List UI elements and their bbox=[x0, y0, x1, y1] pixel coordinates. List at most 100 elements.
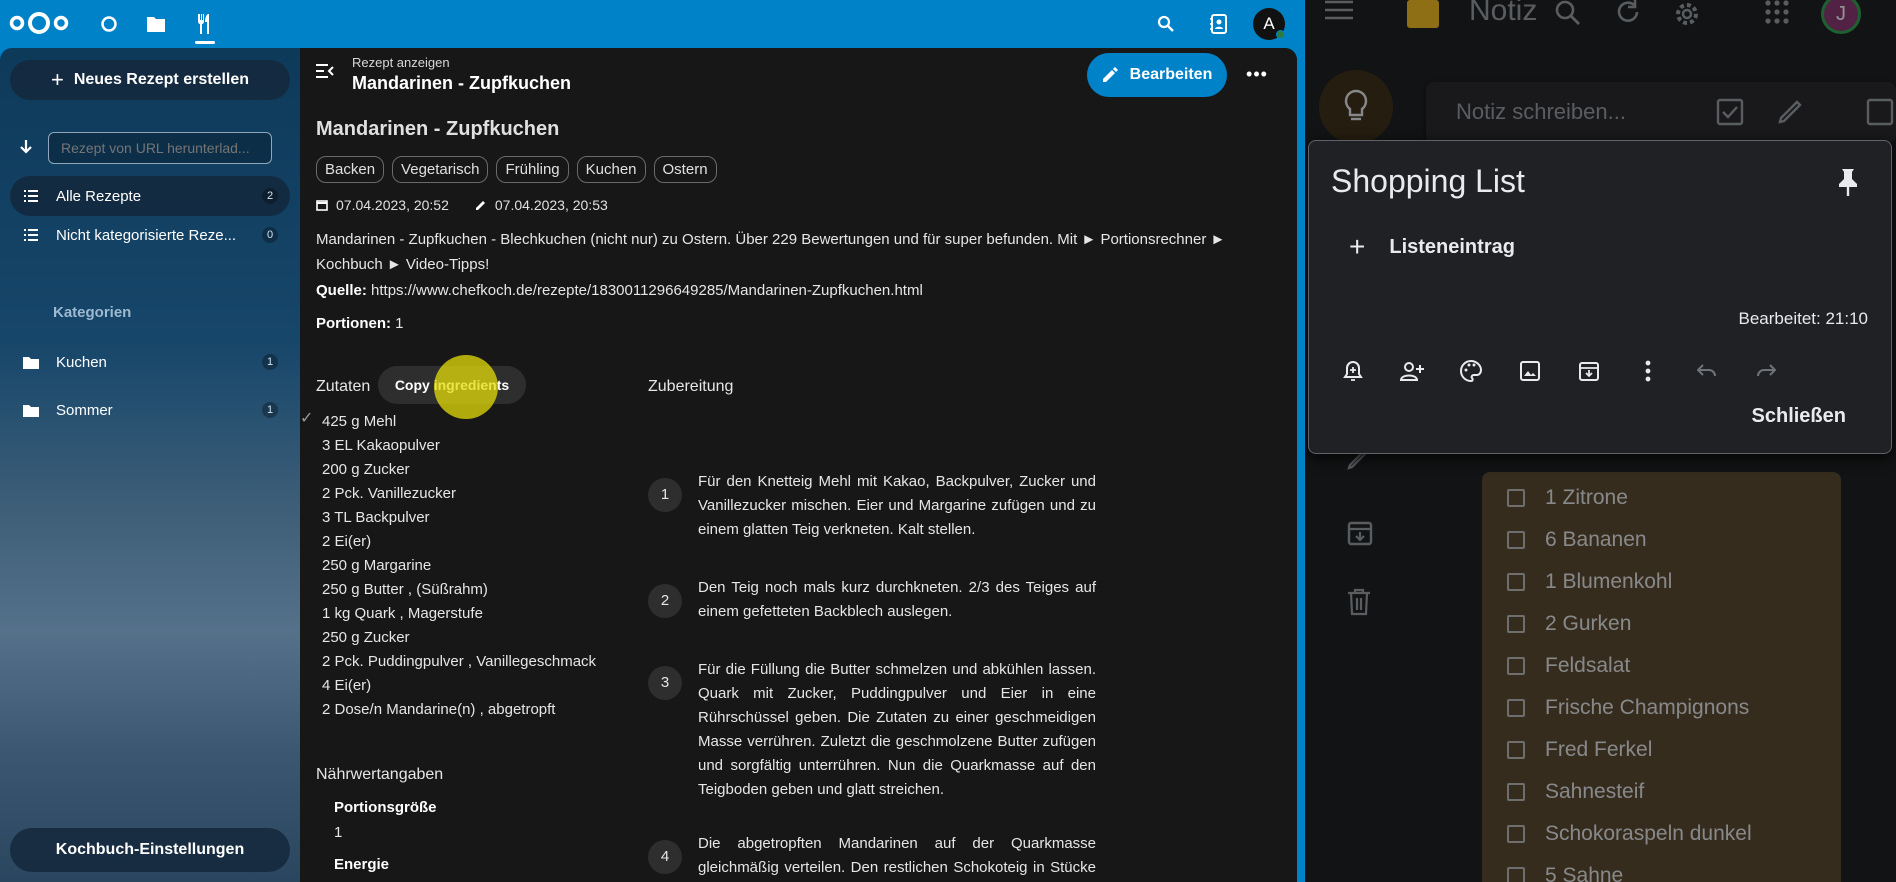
recipe-view: Rezept anzeigen Mandarinen - Zupfkuchen … bbox=[300, 48, 1297, 882]
nextcloud-logo[interactable] bbox=[8, 10, 70, 36]
note-toolbar bbox=[1337, 355, 1782, 387]
ingredient-item[interactable]: 2 Pck. Vanillezucker bbox=[322, 482, 596, 506]
step-text: Den Teig noch mals kurz durchkneten. 2/3… bbox=[698, 579, 1096, 620]
recipe-title: Mandarinen - Zupfkuchen bbox=[316, 118, 560, 140]
ingredient-item[interactable]: 2 Pck. Puddingpulver , Vanillegeschmack bbox=[322, 650, 596, 674]
checkmark-icon: ✓ bbox=[300, 410, 314, 427]
note-title[interactable]: Shopping List bbox=[1331, 163, 1525, 200]
count-badge: 2 bbox=[262, 188, 278, 204]
modified-date: 07.04.2023, 20:53 bbox=[494, 197, 608, 213]
ingredients-heading: Zutaten bbox=[316, 378, 371, 395]
categories-caption: Kategorien bbox=[53, 304, 132, 321]
nutrition-key: Portionsgröße bbox=[334, 799, 437, 816]
source-link[interactable]: https://www.chefkoch.de/rezepte/18300112… bbox=[371, 282, 923, 299]
app-content: + Neues Rezept erstellen Alle Rezepte 2 … bbox=[0, 48, 1297, 882]
keyword-tag[interactable]: Backen bbox=[316, 156, 385, 183]
nextcloud-header: A bbox=[0, 0, 1305, 48]
category-label: Sommer bbox=[56, 401, 113, 419]
ingredient-item[interactable]: 3 EL Kakaopulver bbox=[322, 434, 596, 458]
download-url-row bbox=[18, 132, 272, 164]
status-dot bbox=[1276, 30, 1285, 39]
topbar-subtitle: Rezept anzeigen bbox=[352, 55, 450, 70]
recipe-source: Quelle: https://www.chefkoch.de/rezepte/… bbox=[316, 282, 923, 299]
cookbook-settings-button[interactable]: Kochbuch-Einstellungen bbox=[10, 828, 290, 872]
files-icon[interactable] bbox=[140, 8, 172, 40]
category-item-sommer[interactable]: Sommer 1 bbox=[10, 390, 290, 430]
keyword-tag[interactable]: Vegetarisch bbox=[392, 156, 489, 183]
ingredient-item[interactable]: 250 g Zucker bbox=[322, 626, 596, 650]
dashboard-icon[interactable] bbox=[93, 8, 125, 40]
collaborator-icon[interactable] bbox=[1396, 355, 1428, 387]
source-label: Quelle: bbox=[316, 282, 367, 299]
edit-button[interactable]: Bearbeiten bbox=[1087, 53, 1227, 97]
ingredient-item[interactable]: 200 g Zucker bbox=[322, 458, 596, 482]
ingredients-list: 425 g Mehl 3 EL Kakaopulver 200 g Zucker… bbox=[322, 410, 596, 722]
ingredient-item[interactable]: 2 Dose/n Mandarine(n) , abgetropft bbox=[322, 698, 596, 722]
sidebar-item-all-recipes[interactable]: Alle Rezepte 2 bbox=[10, 176, 290, 216]
plus-icon: + bbox=[50, 67, 64, 92]
nextcloud-window: A + Neues Rezept erstellen Alle Rezepte … bbox=[0, 0, 1305, 882]
instructions-heading: Zubereitung bbox=[648, 378, 734, 395]
ingredient-item[interactable]: 250 g Butter , (Süßrahm) bbox=[322, 578, 596, 602]
ingredient-item[interactable]: 4 Ei(er) bbox=[322, 674, 596, 698]
navigation-toggle-icon[interactable] bbox=[316, 64, 334, 83]
keyword-tag[interactable]: Kuchen bbox=[576, 156, 646, 183]
new-recipe-label: Neues Rezept erstellen bbox=[73, 71, 250, 88]
close-button[interactable]: Schließen bbox=[1752, 405, 1846, 428]
step-number: 3 bbox=[648, 666, 682, 700]
nutrition-key: Energie bbox=[334, 856, 390, 873]
more-vert-icon[interactable] bbox=[1632, 355, 1664, 387]
portions-value: 1 bbox=[395, 315, 404, 332]
step-number: 2 bbox=[648, 584, 682, 618]
recipe-keywords: Backen Vegetarisch Frühling Kuchen Oster… bbox=[316, 156, 717, 183]
archive-icon[interactable] bbox=[1573, 355, 1605, 387]
new-recipe-button[interactable]: + Neues Rezept erstellen bbox=[10, 60, 290, 100]
more-actions-button[interactable]: ••• bbox=[1242, 61, 1272, 91]
undo-icon[interactable] bbox=[1691, 355, 1723, 387]
recipe-description: Mandarinen - Zupfkuchen - Blechkuchen (n… bbox=[316, 231, 1226, 273]
cookbook-icon[interactable] bbox=[189, 8, 221, 44]
recipe-url-input[interactable] bbox=[48, 132, 272, 164]
search-icon[interactable] bbox=[1150, 8, 1182, 40]
pencil-icon bbox=[1102, 67, 1118, 82]
contacts-icon[interactable] bbox=[1203, 8, 1235, 40]
recipe-portions: Portionen: 1 bbox=[316, 315, 404, 332]
note-dialog: Shopping List + Listeneintrag Bearbeitet… bbox=[1308, 140, 1892, 454]
ingredient-item[interactable]: 250 g Margarine bbox=[322, 554, 596, 578]
sidebar-item-label: Alle Rezepte bbox=[56, 187, 142, 205]
sidebar-item-label: Nicht kategorisierte Reze... bbox=[56, 226, 237, 244]
created-date: 07.04.2023, 20:52 bbox=[336, 197, 449, 213]
portions-label: Portionen: bbox=[316, 315, 391, 332]
topbar-title: Mandarinen - Zupfkuchen bbox=[352, 73, 572, 93]
ingredient-item[interactable]: 425 g Mehl bbox=[322, 410, 596, 434]
category-item-kuchen[interactable]: Kuchen 1 bbox=[10, 342, 290, 382]
step-number: 1 bbox=[648, 478, 682, 512]
keyword-tag[interactable]: Frühling bbox=[496, 156, 569, 183]
download-icon[interactable] bbox=[18, 139, 34, 157]
redo-icon[interactable] bbox=[1750, 355, 1782, 387]
step-number: 4 bbox=[648, 840, 682, 874]
pencil-icon bbox=[475, 201, 485, 210]
app-navigation: + Neues Rezept erstellen Alle Rezepte 2 … bbox=[0, 48, 300, 882]
count-badge: 1 bbox=[262, 354, 278, 370]
folder-icon bbox=[22, 404, 40, 417]
pin-icon[interactable] bbox=[1836, 167, 1860, 202]
list-icon bbox=[22, 228, 40, 242]
nutrition-value: 1 bbox=[334, 824, 343, 841]
add-list-item[interactable]: + Listeneintrag bbox=[1349, 231, 1515, 263]
ingredient-item[interactable]: 3 TL Backpulver bbox=[322, 506, 596, 530]
palette-icon[interactable] bbox=[1455, 355, 1487, 387]
keep-window: Notiz J Notiz schreiben... 1 Zitrone 6 B… bbox=[1305, 0, 1896, 882]
ingredient-item[interactable]: 1 kg Quark , Magerstufe bbox=[322, 602, 596, 626]
keyword-tag[interactable]: Ostern bbox=[653, 156, 717, 183]
edited-timestamp: Bearbeitet: 21:10 bbox=[1738, 309, 1868, 328]
list-icon bbox=[22, 189, 40, 203]
add-list-item-label: Listeneintrag bbox=[1389, 235, 1515, 258]
add-image-icon[interactable] bbox=[1514, 355, 1546, 387]
count-badge: 1 bbox=[262, 402, 278, 418]
calendar-icon bbox=[316, 200, 328, 211]
ingredient-item[interactable]: 2 Ei(er) bbox=[322, 530, 596, 554]
reminder-icon[interactable] bbox=[1337, 355, 1369, 387]
sidebar-item-uncategorized[interactable]: Nicht kategorisierte Reze... 0 bbox=[10, 215, 290, 255]
nutrition-heading: Nährwertangaben bbox=[316, 766, 444, 783]
